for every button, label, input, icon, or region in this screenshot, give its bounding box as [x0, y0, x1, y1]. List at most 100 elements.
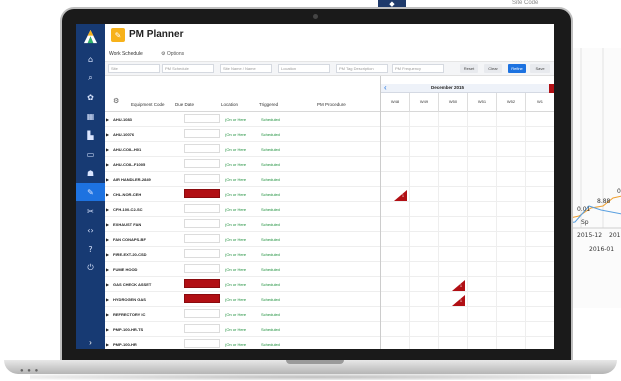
calendar-cell[interactable] — [497, 292, 526, 307]
expand-row-icon[interactable]: ▶ — [106, 162, 109, 167]
calendar-cell[interactable] — [381, 232, 410, 247]
expand-row-icon[interactable]: ▶ — [106, 342, 109, 347]
calendar-prev-icon[interactable]: ‹ — [384, 83, 387, 92]
calendar-cell[interactable] — [497, 202, 526, 217]
table-row[interactable]: ▶ FIRE-EXT-20-CSD (On or Here Scheduled — [105, 247, 380, 262]
filter-pm-frequency-field[interactable]: PM Frequency — [392, 64, 444, 73]
calendar-cell[interactable] — [410, 307, 439, 322]
expand-row-icon[interactable]: ▶ — [106, 177, 109, 182]
calendar-cell[interactable] — [526, 277, 554, 292]
column-header-location[interactable]: Location — [221, 102, 238, 107]
options-button[interactable]: ⚙ Options — [161, 51, 184, 57]
reset-button[interactable]: Reset — [460, 64, 478, 73]
expand-row-icon[interactable]: ▶ — [106, 297, 109, 302]
table-row[interactable]: ▶ PMP-100-HR (On or Here Scheduled — [105, 337, 380, 349]
calendar-cell[interactable] — [468, 277, 497, 292]
calendar-cell[interactable] — [468, 262, 497, 277]
calendar-cell[interactable] — [381, 217, 410, 232]
code-icon[interactable]: ‹› — [76, 221, 105, 239]
calendar-cell[interactable] — [497, 247, 526, 262]
calendar-cell[interactable] — [410, 217, 439, 232]
calendar-cell[interactable] — [468, 157, 497, 172]
settings-icon[interactable]: ⚙ — [113, 97, 119, 105]
calendar-cell[interactable] — [410, 112, 439, 127]
calendar-cell[interactable] — [468, 337, 497, 349]
power-icon[interactable]: ⏻ — [76, 259, 105, 277]
calendar-cell[interactable] — [410, 127, 439, 142]
calendar-cell[interactable] — [468, 307, 497, 322]
tools-icon[interactable]: ✂ — [76, 202, 105, 220]
calendar-cell[interactable] — [526, 337, 554, 349]
calendar-cell[interactable] — [526, 262, 554, 277]
column-header-due-date[interactable]: Due Date — [175, 102, 194, 107]
table-row[interactable]: ▶ AHU-COIL-H01 (On or Here Scheduled — [105, 142, 380, 157]
calendar-cell[interactable] — [468, 322, 497, 337]
calendar-cell[interactable] — [439, 112, 468, 127]
expand-row-icon[interactable]: ▶ — [106, 207, 109, 212]
calendar-cell[interactable] — [526, 127, 554, 142]
expand-row-icon[interactable]: ▶ — [106, 222, 109, 227]
calendar-cell[interactable] — [497, 307, 526, 322]
calendar-cell[interactable] — [497, 232, 526, 247]
calendar-cell[interactable] — [381, 127, 410, 142]
calendar-cell[interactable] — [410, 322, 439, 337]
overdue-flag-icon[interactable]: 1 — [394, 190, 407, 201]
filter-site-name-field[interactable]: Site Name / Name — [220, 64, 272, 73]
expand-row-icon[interactable]: ▶ — [106, 267, 109, 272]
calendar-cell[interactable] — [526, 232, 554, 247]
calendar-cell[interactable] — [381, 157, 410, 172]
calendar-cell[interactable] — [497, 172, 526, 187]
table-row[interactable]: ▶ REFRECTORY IC (On or Here Scheduled — [105, 307, 380, 322]
calendar-next-month-marker[interactable] — [549, 84, 554, 93]
calendar-cell[interactable] — [410, 157, 439, 172]
calendar-cell[interactable] — [468, 187, 497, 202]
filter-location-field[interactable]: Location — [278, 64, 330, 73]
calendar-cell[interactable] — [410, 232, 439, 247]
calendar-cell[interactable] — [439, 142, 468, 157]
expand-row-icon[interactable]: ▶ — [106, 132, 109, 137]
calendar-cell[interactable] — [526, 172, 554, 187]
calendar-cell[interactable] — [497, 277, 526, 292]
filter-pm-tag-field[interactable]: PM Tag Description — [336, 64, 388, 73]
calendar-cell[interactable] — [497, 127, 526, 142]
table-row[interactable]: ▶ CFH-100-C2-SC (On or Here Scheduled — [105, 202, 380, 217]
calendar-cell[interactable] — [410, 187, 439, 202]
calendar-cell[interactable] — [439, 232, 468, 247]
calendar-cell[interactable] — [381, 172, 410, 187]
expand-row-icon[interactable]: ▶ — [106, 147, 109, 152]
table-row[interactable]: ▶ FAN CONAPS-BF (On or Here Scheduled — [105, 232, 380, 247]
building-icon[interactable]: ▦ — [76, 107, 105, 125]
calendar-cell[interactable] — [439, 217, 468, 232]
table-row[interactable]: ▶ AHU-10076 (On or Here Scheduled — [105, 127, 380, 142]
overdue-flag-icon[interactable]: 1 — [452, 295, 465, 306]
calendar-cell[interactable] — [439, 127, 468, 142]
calendar-cell[interactable] — [468, 172, 497, 187]
calendar-cell[interactable] — [526, 112, 554, 127]
table-row[interactable]: ▶ PMP-100-HR-TS (On or Here Scheduled — [105, 322, 380, 337]
calendar-cell[interactable] — [497, 217, 526, 232]
calendar-cell[interactable] — [439, 247, 468, 262]
calendar-cell[interactable] — [497, 262, 526, 277]
calendar-cell[interactable] — [526, 217, 554, 232]
calendar-cell[interactable] — [526, 187, 554, 202]
expand-row-icon[interactable]: ▶ — [106, 117, 109, 122]
calendar-cell[interactable] — [526, 292, 554, 307]
calendar-cell[interactable] — [497, 322, 526, 337]
wrench-icon[interactable]: ✎ — [76, 183, 105, 201]
calendar-cell[interactable] — [410, 172, 439, 187]
expand-row-icon[interactable]: ▶ — [106, 312, 109, 317]
table-row[interactable]: ▶ CHL-NOR-CEH (On or Here Scheduled — [105, 187, 380, 202]
calendar-cell[interactable] — [439, 202, 468, 217]
calendar-cell[interactable] — [468, 202, 497, 217]
expand-row-icon[interactable]: ▶ — [106, 237, 109, 242]
table-row[interactable]: ▶ FUME HOOD (On or Here Scheduled — [105, 262, 380, 277]
calendar-cell[interactable] — [381, 277, 410, 292]
filter-site-field[interactable]: Site — [108, 64, 160, 73]
calendar-cell[interactable] — [381, 247, 410, 262]
calendar-cell[interactable] — [381, 262, 410, 277]
calendar-cell[interactable] — [439, 262, 468, 277]
calendar-cell[interactable] — [526, 322, 554, 337]
calendar-cell[interactable] — [497, 157, 526, 172]
calendar-cell[interactable] — [381, 307, 410, 322]
tray-icon[interactable]: ▭ — [76, 145, 105, 163]
